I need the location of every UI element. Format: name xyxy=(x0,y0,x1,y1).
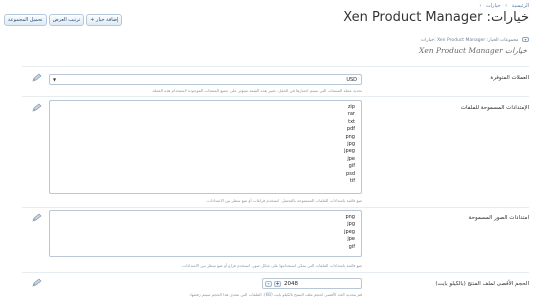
extension-line: jpe xyxy=(347,236,355,243)
collapse-icon[interactable]: ▾ xyxy=(522,37,529,42)
extension-line: gif xyxy=(348,243,355,250)
option-label-max-file-size: الحجم الأقصى لملف المنتج (بالكيلو بايت) xyxy=(435,281,529,287)
file-extensions-textarea[interactable]: zip rar txt pdf png jpg jpeg jpe gif psd… xyxy=(49,100,362,194)
add-option-button[interactable]: + إضافة خيار xyxy=(86,14,123,26)
option-hint-currency: تحديد عملة المنتجات التي سيتم اختيارها ف… xyxy=(151,88,362,93)
extension-line: gif xyxy=(348,163,355,170)
extension-line: rar xyxy=(347,111,355,118)
image-extensions-textarea[interactable]: png jpg jpeg jpe gif xyxy=(49,210,362,257)
extension-line: png xyxy=(345,133,355,140)
chevron-down-icon: ▼ xyxy=(53,77,57,82)
breadcrumb-options[interactable]: خيارات xyxy=(486,3,501,9)
extension-line: pdf xyxy=(346,126,355,133)
extension-line: tif xyxy=(349,178,355,185)
extension-line: jpeg xyxy=(344,228,355,235)
divider xyxy=(22,96,529,97)
divider xyxy=(22,66,529,67)
max-file-size-stepper[interactable]: - + 2048 xyxy=(262,278,362,289)
option-hint-file-extensions: ضع قائمة بامتدادات الملفات المسموحة بالت… xyxy=(205,198,362,203)
currency-value: USD xyxy=(346,77,357,83)
import-export-button[interactable]: تحميل المجموعة xyxy=(4,14,47,26)
option-hint-max-file-size: قم بتحديد الحد الأقصى لحجم ملف المنتج با… xyxy=(189,292,362,297)
increment-button[interactable]: + xyxy=(274,281,281,287)
option-label-currency: العملات المتوفرة xyxy=(490,75,529,81)
edit-icon[interactable] xyxy=(32,73,42,82)
breadcrumb: الرئيسية › خيارات › xyxy=(479,3,529,9)
extension-line: jpeg xyxy=(344,148,355,155)
page-title: Xen Product Manager :خيارات xyxy=(343,10,529,25)
option-label-file-extensions: الإمتدادات المسموحة للملفات xyxy=(460,105,529,111)
currency-select[interactable]: ▼ USD xyxy=(49,74,362,85)
extension-line: psd xyxy=(346,170,355,177)
toolbar: تحميل المجموعة ترتيب العرض + إضافة خيار xyxy=(4,14,123,26)
divider xyxy=(22,272,529,273)
section-title: Xen Product Manager خيارات xyxy=(419,46,527,55)
extension-line: jpe xyxy=(347,155,355,162)
option-label-image-extensions: امتدادات الصور المسموحة xyxy=(468,215,529,221)
edit-icon[interactable] xyxy=(32,278,42,287)
breadcrumb-home[interactable]: الرئيسية xyxy=(512,3,529,9)
extension-line: txt xyxy=(348,118,355,125)
option-group-header: ▾ مجموعات الخيار: Xen Product Manager :خ… xyxy=(421,37,529,43)
edit-icon[interactable] xyxy=(32,103,42,112)
option-hint-image-extensions: ضع قائمة بامتدادات الملفات التي يمكن است… xyxy=(181,263,362,268)
option-group-label: مجموعات الخيار: Xen Product Manager :خيا… xyxy=(420,38,519,43)
edit-icon[interactable] xyxy=(32,213,42,222)
display-order-button[interactable]: ترتيب العرض xyxy=(48,14,85,26)
max-file-size-value: 2048 xyxy=(284,281,298,287)
extension-line: zip xyxy=(347,104,355,110)
extension-line: jpg xyxy=(347,221,355,228)
decrement-button[interactable]: - xyxy=(265,281,272,287)
divider xyxy=(22,207,529,208)
extension-line: jpg xyxy=(347,141,355,148)
extension-line: png xyxy=(345,214,355,220)
